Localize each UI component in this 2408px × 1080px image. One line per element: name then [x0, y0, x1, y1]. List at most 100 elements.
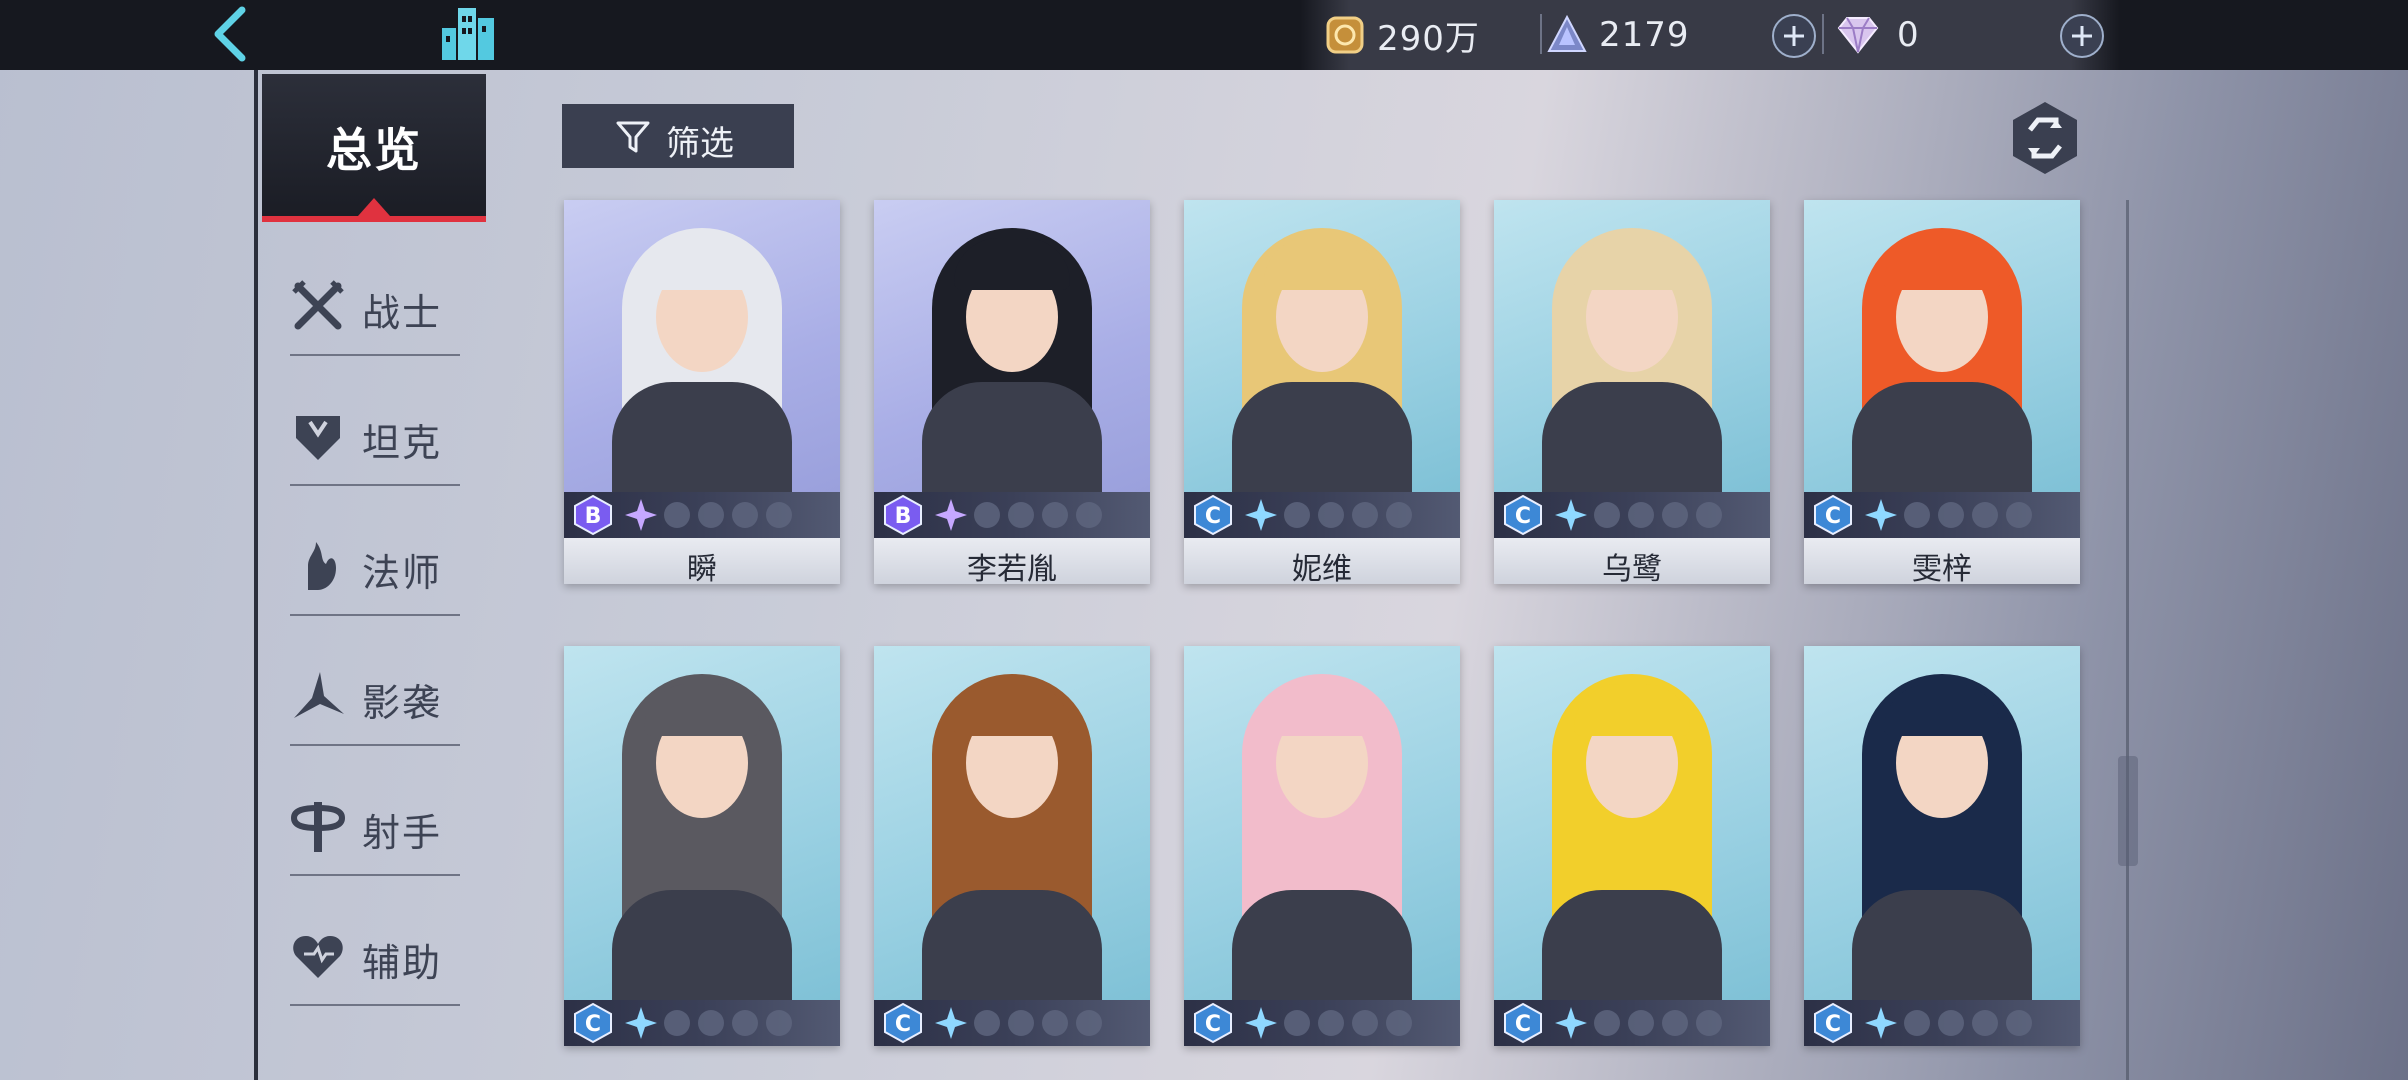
- empty-star-icon: [766, 1010, 792, 1036]
- hero-card[interactable]: C: [874, 646, 1150, 1046]
- hero-card[interactable]: B 李若胤: [874, 200, 1150, 584]
- gold-value: 290万: [1377, 18, 1480, 59]
- back-chevron-icon[interactable]: [200, 2, 270, 66]
- rank-letter: C: [585, 1012, 601, 1037]
- rank-letter: C: [1825, 1012, 1841, 1037]
- rank-letter: C: [1205, 504, 1221, 529]
- empty-star-icon: [1594, 502, 1620, 528]
- empty-star-icon: [1284, 1010, 1310, 1036]
- star-icon: [1554, 498, 1588, 532]
- empty-star-icon: [732, 1010, 758, 1036]
- empty-star-icon: [1042, 1010, 1068, 1036]
- hero-card[interactable]: C 乌鹭: [1494, 200, 1770, 584]
- hero-portrait: [1494, 200, 1770, 522]
- rank-letter: C: [1825, 504, 1841, 529]
- class-item-marksman[interactable]: 射手: [290, 776, 460, 876]
- empty-stars: [974, 1010, 1102, 1036]
- hero-card[interactable]: C: [1494, 646, 1770, 1046]
- hero-card[interactable]: C: [1804, 646, 2080, 1046]
- class-item-mage[interactable]: 法师: [290, 516, 460, 616]
- rank-badge-icon: C: [1502, 1002, 1544, 1044]
- class-underline: [290, 484, 460, 486]
- rank-bar: C: [1494, 492, 1770, 538]
- empty-stars: [1904, 1010, 2032, 1036]
- plus-icon[interactable]: [2060, 14, 2104, 58]
- empty-star-icon: [2006, 502, 2032, 528]
- city-icon[interactable]: [438, 2, 504, 64]
- heart-icon: [290, 928, 346, 984]
- hero-card[interactable]: C: [1184, 646, 1460, 1046]
- star-icon: [1864, 498, 1898, 532]
- selected-indicator: [358, 198, 390, 216]
- empty-star-icon: [1076, 1010, 1102, 1036]
- shield-icon: [290, 408, 346, 464]
- empty-star-icon: [974, 502, 1000, 528]
- class-label: 影袭: [362, 681, 443, 725]
- empty-star-icon: [1042, 502, 1068, 528]
- empty-star-icon: [1594, 1010, 1620, 1036]
- name-bar: 瞬: [564, 538, 840, 584]
- name-bar: 雯梓: [1804, 538, 2080, 584]
- gem-counter: 0: [1835, 8, 1919, 62]
- class-item-support[interactable]: 辅助: [290, 906, 460, 1006]
- class-underline: [290, 744, 460, 746]
- rank-badge-icon: C: [882, 1002, 924, 1044]
- filter-button[interactable]: 筛选: [562, 104, 794, 168]
- tab-overview[interactable]: 总览: [262, 74, 486, 222]
- empty-star-icon: [974, 1010, 1000, 1036]
- star-icon: [1244, 1006, 1278, 1040]
- hero-portrait: [564, 646, 840, 1030]
- empty-star-icon: [1938, 502, 1964, 528]
- class-label: 射手: [362, 811, 443, 855]
- empty-star-icon: [1352, 502, 1378, 528]
- plus-icon[interactable]: [1772, 14, 1816, 58]
- rank-badge-icon: C: [1502, 494, 1544, 536]
- empty-star-icon: [1662, 502, 1688, 528]
- empty-star-icon: [1386, 1010, 1412, 1036]
- hero-card[interactable]: C 雯梓: [1804, 200, 2080, 584]
- hero-portrait: [1184, 646, 1460, 1030]
- empty-stars: [664, 502, 792, 528]
- empty-star-icon: [1904, 502, 1930, 528]
- hero-card[interactable]: C 妮维: [1184, 200, 1460, 584]
- rank-bar: C: [1804, 1000, 2080, 1046]
- empty-stars: [1904, 502, 2032, 528]
- rank-letter: C: [1515, 504, 1531, 529]
- class-item-tank[interactable]: 坦克: [290, 386, 460, 486]
- refresh-icon[interactable]: [2010, 100, 2080, 176]
- hero-name: 雯梓: [1912, 552, 1972, 584]
- hero-name: 妮维: [1292, 552, 1352, 584]
- hero-name: 瞬: [687, 552, 717, 584]
- shuriken-icon: [290, 668, 346, 724]
- class-item-assassin[interactable]: 影袭: [290, 646, 460, 746]
- hero-card[interactable]: C: [564, 646, 840, 1046]
- hero-portrait: [1494, 646, 1770, 1030]
- flame-staff-icon: [290, 538, 346, 594]
- crystal-value: 2179: [1599, 15, 1690, 55]
- empty-star-icon: [698, 1010, 724, 1036]
- empty-star-icon: [1628, 1010, 1654, 1036]
- hero-portrait: [1184, 200, 1460, 522]
- name-bar: 妮维: [1184, 538, 1460, 584]
- empty-star-icon: [664, 1010, 690, 1036]
- star-icon: [624, 1006, 658, 1040]
- star-icon: [1554, 1006, 1588, 1040]
- rank-badge-icon: B: [572, 494, 614, 536]
- empty-star-icon: [1662, 1010, 1688, 1036]
- empty-star-icon: [1008, 502, 1034, 528]
- empty-star-icon: [1904, 1010, 1930, 1036]
- empty-star-icon: [1008, 1010, 1034, 1036]
- empty-stars: [1284, 1010, 1412, 1036]
- tab-overview-label: 总览: [326, 123, 422, 177]
- star-icon: [1244, 498, 1278, 532]
- empty-star-icon: [1076, 502, 1102, 528]
- rank-letter: B: [585, 504, 602, 529]
- empty-stars: [974, 502, 1102, 528]
- scrollbar-thumb[interactable]: [2118, 756, 2138, 866]
- grid-frame: [2126, 200, 2129, 1080]
- filter-label: 筛选: [666, 124, 734, 164]
- class-item-warrior[interactable]: 战士: [290, 256, 460, 356]
- hero-card[interactable]: B瞬: [564, 200, 840, 584]
- rank-letter: C: [895, 1012, 911, 1037]
- rank-badge-icon: B: [882, 494, 924, 536]
